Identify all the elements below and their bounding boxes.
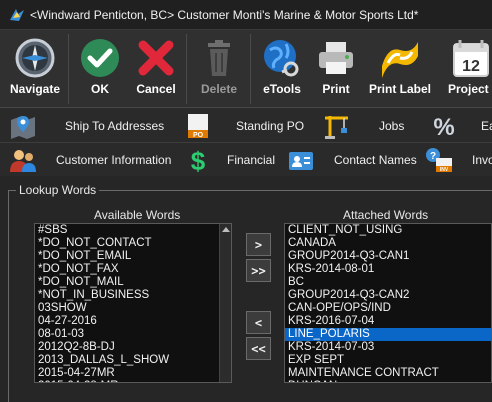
add-all-words-button[interactable]: >> <box>246 259 271 282</box>
list-item[interactable]: BC <box>285 276 491 289</box>
svg-text:PO: PO <box>193 132 204 139</box>
list-item[interactable]: LINE_POLARIS <box>285 328 491 341</box>
remove-word-button[interactable]: < <box>246 311 271 334</box>
list-item[interactable]: KRS-2014-07-03 <box>285 341 491 354</box>
delete-button[interactable]: Delete <box>194 36 244 102</box>
compass-icon <box>15 38 55 78</box>
list-item[interactable]: GROUP2014-Q3-CAN2 <box>285 289 491 302</box>
standing-po-link[interactable]: PO Standing PO <box>184 109 314 143</box>
available-scrollbar[interactable] <box>219 224 231 382</box>
trash-icon <box>208 40 230 76</box>
available-words-list[interactable]: #SBS *DO_NOT_CONTACT *DO_NOT_EMAIL *DO_NOT_… <box>34 223 232 383</box>
toolbar-separator <box>250 34 251 104</box>
attached-words-list[interactable]: CLIENT_NOT_USING CANADA GROUP2014-Q3-CAN1 K… <box>284 223 492 383</box>
available-words-title: Available Words <box>94 208 181 222</box>
ship-to-addresses-link[interactable]: Ship To Addresses <box>8 109 178 143</box>
x-icon <box>138 40 174 76</box>
people-icon <box>10 150 36 172</box>
contact-card-icon <box>289 152 313 170</box>
group-title: Lookup Words <box>16 183 100 197</box>
label-icon <box>382 42 418 78</box>
svg-text:INV: INV <box>440 167 449 173</box>
list-item[interactable]: *DO_NOT_EMAIL <box>35 250 231 263</box>
list-item[interactable]: 08-01-03 <box>35 328 231 341</box>
ok-button[interactable]: OK <box>76 36 124 102</box>
list-item[interactable]: 2012Q2-8B-DJ <box>35 341 231 354</box>
percent-icon: % <box>433 114 454 140</box>
remove-all-words-button[interactable]: << <box>246 337 271 360</box>
svg-text:12: 12 <box>462 58 480 75</box>
toolbar-separator <box>68 34 69 104</box>
list-item[interactable]: EXP SEPT <box>285 354 491 367</box>
crane-icon <box>325 116 348 139</box>
title-bar: <Windward Penticton, BC> Customer Monti'… <box>0 0 492 30</box>
nav-row-2: Customer Information $ Financial Contact… <box>0 143 492 177</box>
etools-button[interactable]: eTools <box>258 36 306 102</box>
svg-text:$: $ <box>191 146 206 174</box>
calendar-icon: 12 <box>453 40 489 77</box>
list-item[interactable]: 2013_DALLAS_L_SHOW <box>35 354 231 367</box>
add-word-button[interactable]: > <box>246 233 271 256</box>
projects-button[interactable]: 12 Project <box>448 36 492 102</box>
attached-words-title: Attached Words <box>343 208 429 222</box>
invoice-help-icon: ? INV <box>426 148 452 173</box>
list-item[interactable]: 2015-04-28-MR <box>35 380 231 382</box>
svg-text:%: % <box>433 114 454 140</box>
list-item[interactable]: DUNCAN <box>285 380 491 382</box>
list-item[interactable]: *NOT_IN_BUSINESS <box>35 289 231 302</box>
nav-row-1: Ship To Addresses PO Standing PO Jobs % … <box>0 109 492 143</box>
toolbar-separator <box>186 34 187 104</box>
list-item[interactable]: GROUP2014-Q3-CAN1 <box>285 250 491 263</box>
window-title: <Windward Penticton, BC> Customer Monti'… <box>30 7 419 22</box>
app-logo-icon <box>10 8 24 21</box>
list-item[interactable]: MAINTENANCE CONTRACT <box>285 367 491 380</box>
list-item[interactable]: 03SHOW <box>35 302 231 315</box>
list-item[interactable]: #SBS <box>35 224 231 237</box>
cancel-button[interactable]: Cancel <box>132 36 180 102</box>
list-item[interactable]: KRS-2014-08-01 <box>285 263 491 276</box>
po-document-icon: PO <box>188 114 208 139</box>
ea-link[interactable]: % Ea <box>430 109 492 143</box>
list-item[interactable]: CLIENT_NOT_USING <box>285 224 491 237</box>
main-toolbar: Navigate OK Cancel Delete eTools Print P… <box>0 30 492 108</box>
printer-icon <box>319 42 353 74</box>
customer-information-link[interactable]: Customer Information <box>8 143 178 177</box>
jobs-link[interactable]: Jobs <box>322 109 422 143</box>
list-item[interactable]: KRS-2016-07-04 <box>285 315 491 328</box>
list-item[interactable]: 2015-04-27MR <box>35 367 231 380</box>
list-item[interactable]: CAN-OPE/OPS/IND <box>285 302 491 315</box>
print-label-button[interactable]: Print Label <box>366 36 434 102</box>
list-item[interactable]: *DO_NOT_MAIL <box>35 276 231 289</box>
list-item[interactable]: 04-27-2016 <box>35 315 231 328</box>
list-item[interactable]: *DO_NOT_CONTACT <box>35 237 231 250</box>
svg-text:?: ? <box>430 151 436 162</box>
checkmark-icon <box>81 39 119 77</box>
print-button[interactable]: Print <box>312 36 360 102</box>
list-item[interactable]: *DO_NOT_FAX <box>35 263 231 276</box>
lookup-words-panel: Lookup Words Available Words Attached Wo… <box>0 176 492 402</box>
invoices-link[interactable]: ? INV Invo <box>424 143 492 177</box>
contact-names-link[interactable]: Contact Names <box>286 143 417 177</box>
dollar-icon: $ <box>191 146 206 174</box>
map-pin-icon <box>11 116 35 139</box>
navigate-button[interactable]: Navigate <box>8 36 62 102</box>
financial-link[interactable]: $ Financial <box>184 143 284 177</box>
list-item[interactable]: CANADA <box>285 237 491 250</box>
globe-icon <box>264 40 299 77</box>
scroll-up-arrow-icon[interactable] <box>222 227 230 232</box>
